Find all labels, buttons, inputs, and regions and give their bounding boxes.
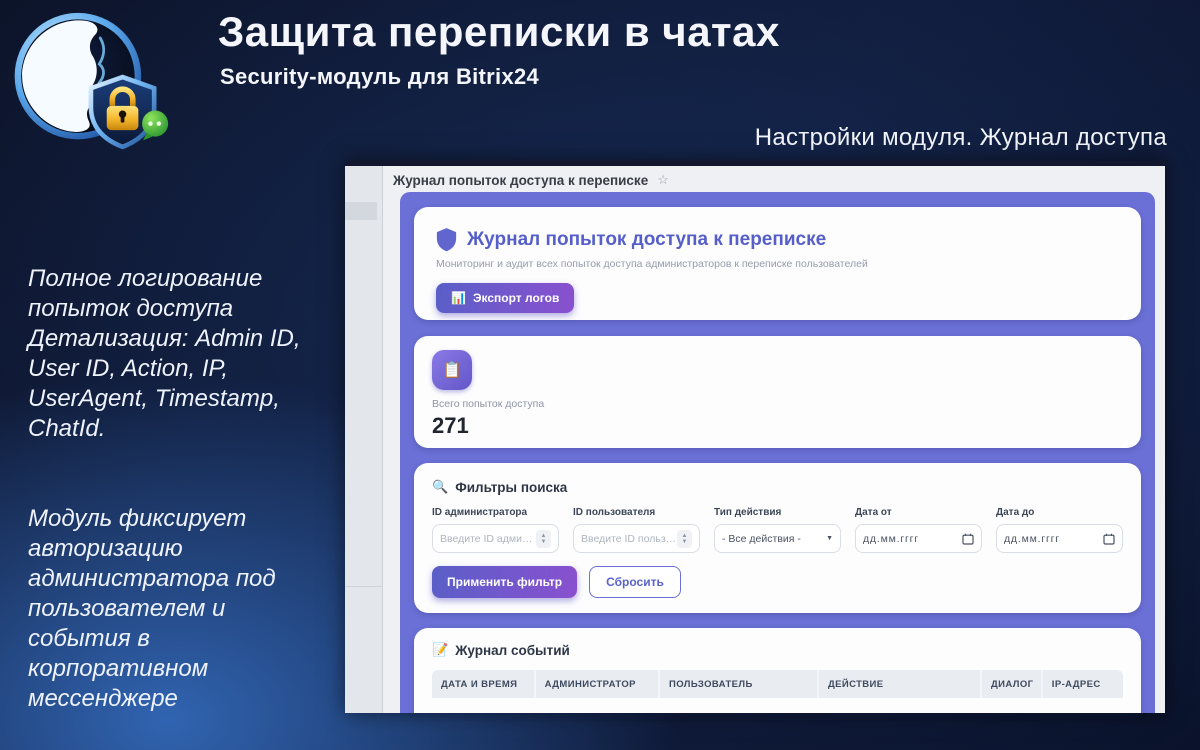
filters-title: Фильтры поиска [455, 480, 567, 495]
action-type-label: Тип действия [714, 507, 841, 518]
favorite-star-icon[interactable]: ☆ [657, 172, 669, 188]
date-to-label: Дата до [996, 507, 1123, 518]
column-header-user[interactable]: ПОЛЬЗОВАТЕЛЬ [660, 670, 819, 698]
date-from-input[interactable]: дд.мм.гггг [855, 524, 982, 553]
column-header-admin[interactable]: АДМИНИСТРАТОР [536, 670, 660, 698]
user-id-label: ID пользователя [573, 507, 700, 518]
admin-id-label: ID администратора [432, 507, 559, 518]
filter-action-type: Тип действия - Все действия - ▼ [714, 507, 841, 553]
filter-date-from: Дата от дд.мм.гггг [855, 507, 982, 553]
search-icon: 🔍 [432, 479, 448, 495]
promo-slide: Защита переписки в чатах Security-модуль… [0, 0, 1200, 750]
action-type-select[interactable]: - Все действия - ▼ [714, 524, 841, 553]
filter-date-to: Дата до дд.мм.гггг [996, 507, 1123, 553]
date-from-label: Дата от [855, 507, 982, 518]
feature-copy: Полное логирование попыток доступа Детал… [28, 234, 340, 744]
chevron-down-icon: ▼ [826, 535, 833, 542]
clipboard-icon: 📋 [432, 350, 472, 390]
sidebar-divider [345, 586, 382, 587]
events-table-header: ДАТА И ВРЕМЯ АДМИНИСТРАТОР ПОЛЬЗОВАТЕЛЬ … [432, 670, 1123, 698]
number-spinner[interactable]: ▲▼ [536, 530, 551, 548]
calendar-icon[interactable] [1103, 533, 1115, 545]
section-heading: Настройки модуля. Журнал доступа [755, 124, 1167, 152]
app-logo [10, 4, 170, 152]
access-log-panel: Журнал попыток доступа к переписке Монит… [400, 192, 1155, 713]
filter-admin-id: ID администратора Введите ID администрат… [432, 507, 559, 553]
shield-icon [436, 227, 457, 252]
events-title: Журнал событий [455, 643, 570, 658]
feature-paragraph-1: Полное логирование попыток доступа Детал… [28, 264, 340, 444]
stat-label: Всего попыток доступа [432, 398, 1123, 410]
filter-user-id: ID пользователя Введите ID пользователя … [573, 507, 700, 553]
faces-shield-chat-logo [10, 4, 170, 152]
number-spinner[interactable]: ▲▼ [677, 530, 692, 548]
action-type-value: - Все действия - [722, 533, 801, 545]
sidebar-active-item[interactable] [345, 202, 377, 220]
reset-filter-button[interactable]: Сбросить [589, 566, 681, 598]
screenshot-top-edge [345, 161, 1165, 166]
stat-card: 📋 Всего попыток доступа 271 [414, 336, 1141, 448]
app-titlebar: Журнал попыток доступа к переписке ☆ [393, 172, 669, 188]
column-header-action[interactable]: ДЕЙСТВИЕ [819, 670, 982, 698]
memo-icon: 📝 [432, 642, 448, 658]
column-header-dialog[interactable]: ДИАЛОГ [982, 670, 1043, 698]
app-sidebar[interactable] [345, 166, 383, 713]
date-to-input[interactable]: дд.мм.гггг [996, 524, 1123, 553]
export-logs-label: Экспорт логов [473, 291, 559, 305]
chat-bubble-icon [142, 111, 168, 141]
chart-icon: 📊 [451, 291, 466, 305]
column-header-ip[interactable]: IP-АДРЕС [1043, 670, 1123, 698]
page-subtitle: Security-модуль для Bitrix24 [220, 64, 539, 90]
stat-value: 271 [432, 413, 1123, 439]
admin-id-placeholder: Введите ID администратора [440, 533, 536, 545]
calendar-icon[interactable] [962, 533, 974, 545]
column-header-datetime[interactable]: ДАТА И ВРЕМЯ [432, 670, 536, 698]
page-title: Защита переписки в чатах [218, 8, 780, 56]
admin-id-input[interactable]: Введите ID администратора ▲▼ [432, 524, 559, 553]
date-from-placeholder: дд.мм.гггг [863, 533, 919, 545]
user-id-input[interactable]: Введите ID пользователя ▲▼ [573, 524, 700, 553]
hero-card: Журнал попыток доступа к переписке Монит… [414, 207, 1141, 320]
app-screenshot: Журнал попыток доступа к переписке ☆ Жур… [345, 161, 1165, 713]
shield-lock-icon [91, 77, 154, 147]
apply-filter-button[interactable]: Применить фильтр [432, 566, 577, 598]
hero-title: Журнал попыток доступа к переписке [467, 229, 826, 251]
feature-paragraph-2: Модуль фиксирует авторизацию администрат… [28, 504, 340, 714]
events-card: 📝 Журнал событий ДАТА И ВРЕМЯ АДМИНИСТРА… [414, 628, 1141, 713]
hero-subtitle: Мониторинг и аудит всех попыток доступа … [436, 258, 1119, 270]
filters-card: 🔍 Фильтры поиска ID администратора Введи… [414, 463, 1141, 613]
user-id-placeholder: Введите ID пользователя [581, 533, 677, 545]
date-to-placeholder: дд.мм.гггг [1004, 533, 1060, 545]
export-logs-button[interactable]: 📊 Экспорт логов [436, 283, 574, 313]
app-page-title: Журнал попыток доступа к переписке [393, 173, 648, 188]
